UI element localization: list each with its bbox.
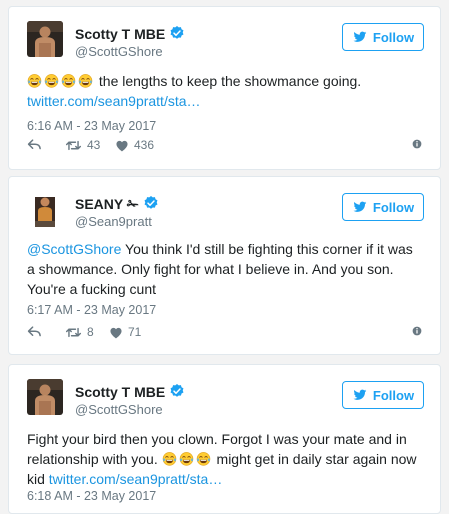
avatar[interactable] [27,379,63,415]
tweet-link[interactable]: twitter.com/sean9pratt/sta… [49,471,223,487]
reply-icon [27,138,42,151]
verified-badge-icon [169,25,185,41]
info-icon[interactable] [412,139,422,149]
mention-link[interactable]: @ScottGShore [27,241,121,257]
display-name[interactable]: Scotty T MBE [75,25,185,42]
retweet-icon [65,326,82,339]
heart-icon [115,139,129,152]
like-action[interactable]: 71 [109,325,141,339]
like-action[interactable]: 436 [115,138,154,152]
avatar[interactable] [27,191,63,227]
retweet-icon [65,139,82,152]
action-bar: 8 71 [27,325,422,341]
action-bar: 43 436 [27,138,422,154]
follow-label: Follow [372,387,415,403]
twitter-bird-icon [352,30,368,44]
tweet-card-2: SEANY ✁ @Sean9pratt Follow @ScottGShore … [8,176,441,355]
info-icon[interactable] [412,326,422,336]
display-name-text: SEANY ✁ [75,196,139,212]
like-count: 436 [134,138,155,152]
tweet-text: the lengths to keep the showmance going.… [27,71,422,111]
verified-badge-icon [169,383,185,399]
tweet-body: the lengths to keep the showmance going. [98,73,362,89]
user-handle[interactable]: @ScottGShore [75,44,163,59]
display-name-text: Scotty T MBE [75,26,166,42]
tweet-card-3: Scotty T MBE @ScottGShore Follow Fight y… [8,364,441,514]
retweet-action[interactable]: 43 [65,138,100,152]
tears-of-joy-emoji-icon [27,73,42,88]
user-handle[interactable]: @Sean9pratt [75,214,152,229]
reply-action[interactable] [27,325,42,338]
user-handle[interactable]: @ScottGShore [75,402,163,417]
follow-button[interactable]: Follow [342,381,424,409]
timestamp[interactable]: 6:18 AM - 23 May 2017 [27,489,156,503]
follow-button[interactable]: Follow [342,23,424,51]
emoji-group [27,73,95,89]
follow-button[interactable]: Follow [342,193,424,221]
like-count: 71 [128,325,142,339]
follow-label: Follow [372,29,415,45]
tears-of-joy-emoji-icon [61,73,76,88]
emoji-group [162,451,213,467]
tears-of-joy-emoji-icon [78,73,93,88]
retweet-count: 8 [87,325,94,339]
tweet-text: @ScottGShore You think I'd still be figh… [27,239,422,299]
retweet-action[interactable]: 8 [65,325,94,339]
heart-icon [109,326,123,339]
tears-of-joy-emoji-icon [44,73,59,88]
reply-action[interactable] [27,138,42,151]
display-name-text: Scotty T MBE [75,384,166,400]
verified-badge-icon [143,195,159,211]
twitter-bird-icon [352,200,368,214]
retweet-count: 43 [87,138,101,152]
timestamp[interactable]: 6:16 AM - 23 May 2017 [27,119,156,133]
twitter-bird-icon [352,388,368,402]
display-name[interactable]: SEANY ✁ [75,195,159,213]
tears-of-joy-emoji-icon [196,451,211,466]
tears-of-joy-emoji-icon [162,451,177,466]
tears-of-joy-emoji-icon [179,451,194,466]
avatar[interactable] [27,21,63,57]
reply-icon [27,325,42,338]
timestamp[interactable]: 6:17 AM - 23 May 2017 [27,303,156,317]
tweet-link[interactable]: twitter.com/sean9pratt/sta… [27,93,201,109]
tweet-card-1: Scotty T MBE @ScottGShore Follow the len… [8,6,441,170]
follow-label: Follow [372,199,415,215]
tweet-text: Fight your bird then you clown. Forgot I… [27,429,422,489]
display-name[interactable]: Scotty T MBE [75,383,185,400]
